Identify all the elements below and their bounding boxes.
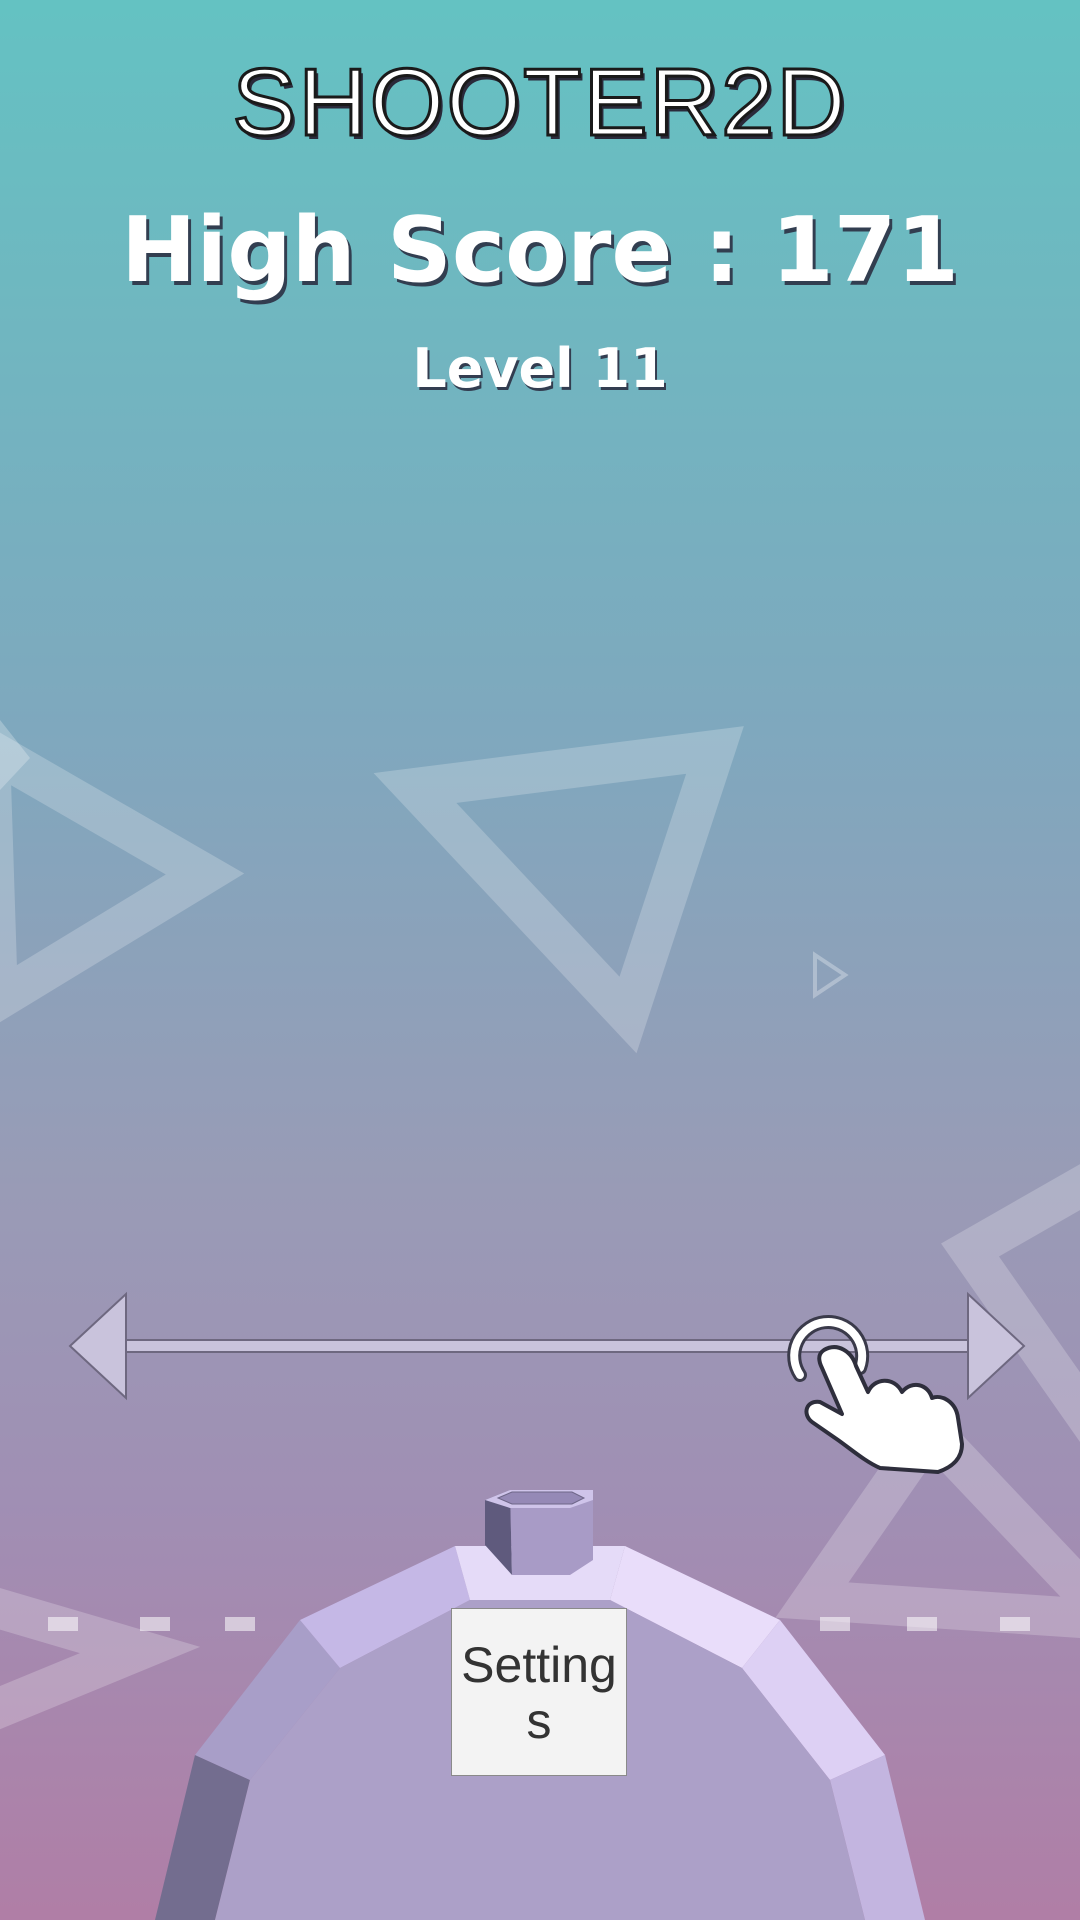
bg-triangle-small [813,951,849,999]
game-title: SHOOTER2D [231,48,848,158]
bg-triangle-left [0,732,245,1023]
level-label: Level 11 [412,337,668,400]
high-score-label: High Score : 171 [121,198,959,303]
settings-button[interactable]: Settings [451,1608,627,1776]
arrow-left-icon [68,1291,127,1401]
bg-triangle-center [373,726,744,1054]
